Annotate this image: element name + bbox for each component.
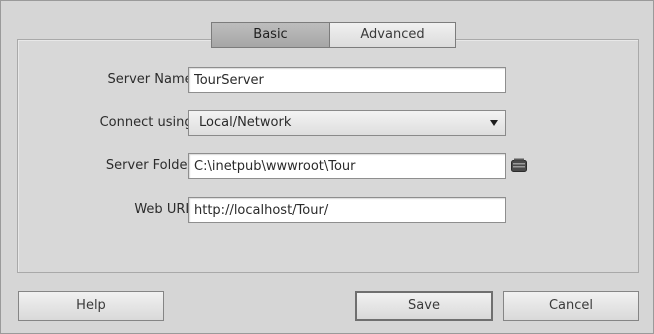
web-url-row: Web URL: — [18, 197, 640, 223]
cancel-button[interactable]: Cancel — [503, 291, 639, 321]
connect-using-row: Connect using: Local/Network — [18, 110, 640, 136]
server-name-row: Server Name: — [18, 67, 640, 93]
tab-advanced[interactable]: Advanced — [329, 22, 456, 48]
folder-icon[interactable] — [511, 158, 527, 172]
connect-using-value: Local/Network — [199, 115, 292, 130]
server-name-label: Server Name: — [107, 72, 198, 87]
site-setup-dialog: Basic Advanced Server Name: Connect usin… — [0, 0, 654, 334]
save-button[interactable]: Save — [355, 291, 493, 321]
server-folder-input[interactable] — [188, 153, 506, 179]
help-button[interactable]: Help — [18, 291, 164, 321]
tab-bar: Basic Advanced — [211, 22, 456, 48]
web-url-input[interactable] — [188, 197, 506, 223]
server-folder-row: Server Folder: — [18, 153, 640, 179]
server-settings-panel: Server Name: Connect using: Local/Networ… — [17, 39, 639, 273]
server-name-input[interactable] — [188, 67, 506, 93]
connect-using-label: Connect using: — [99, 115, 197, 130]
server-folder-label: Server Folder: — [105, 158, 197, 173]
chevron-down-icon — [490, 120, 498, 126]
tab-basic[interactable]: Basic — [211, 22, 329, 48]
connect-using-select[interactable]: Local/Network — [188, 110, 506, 136]
